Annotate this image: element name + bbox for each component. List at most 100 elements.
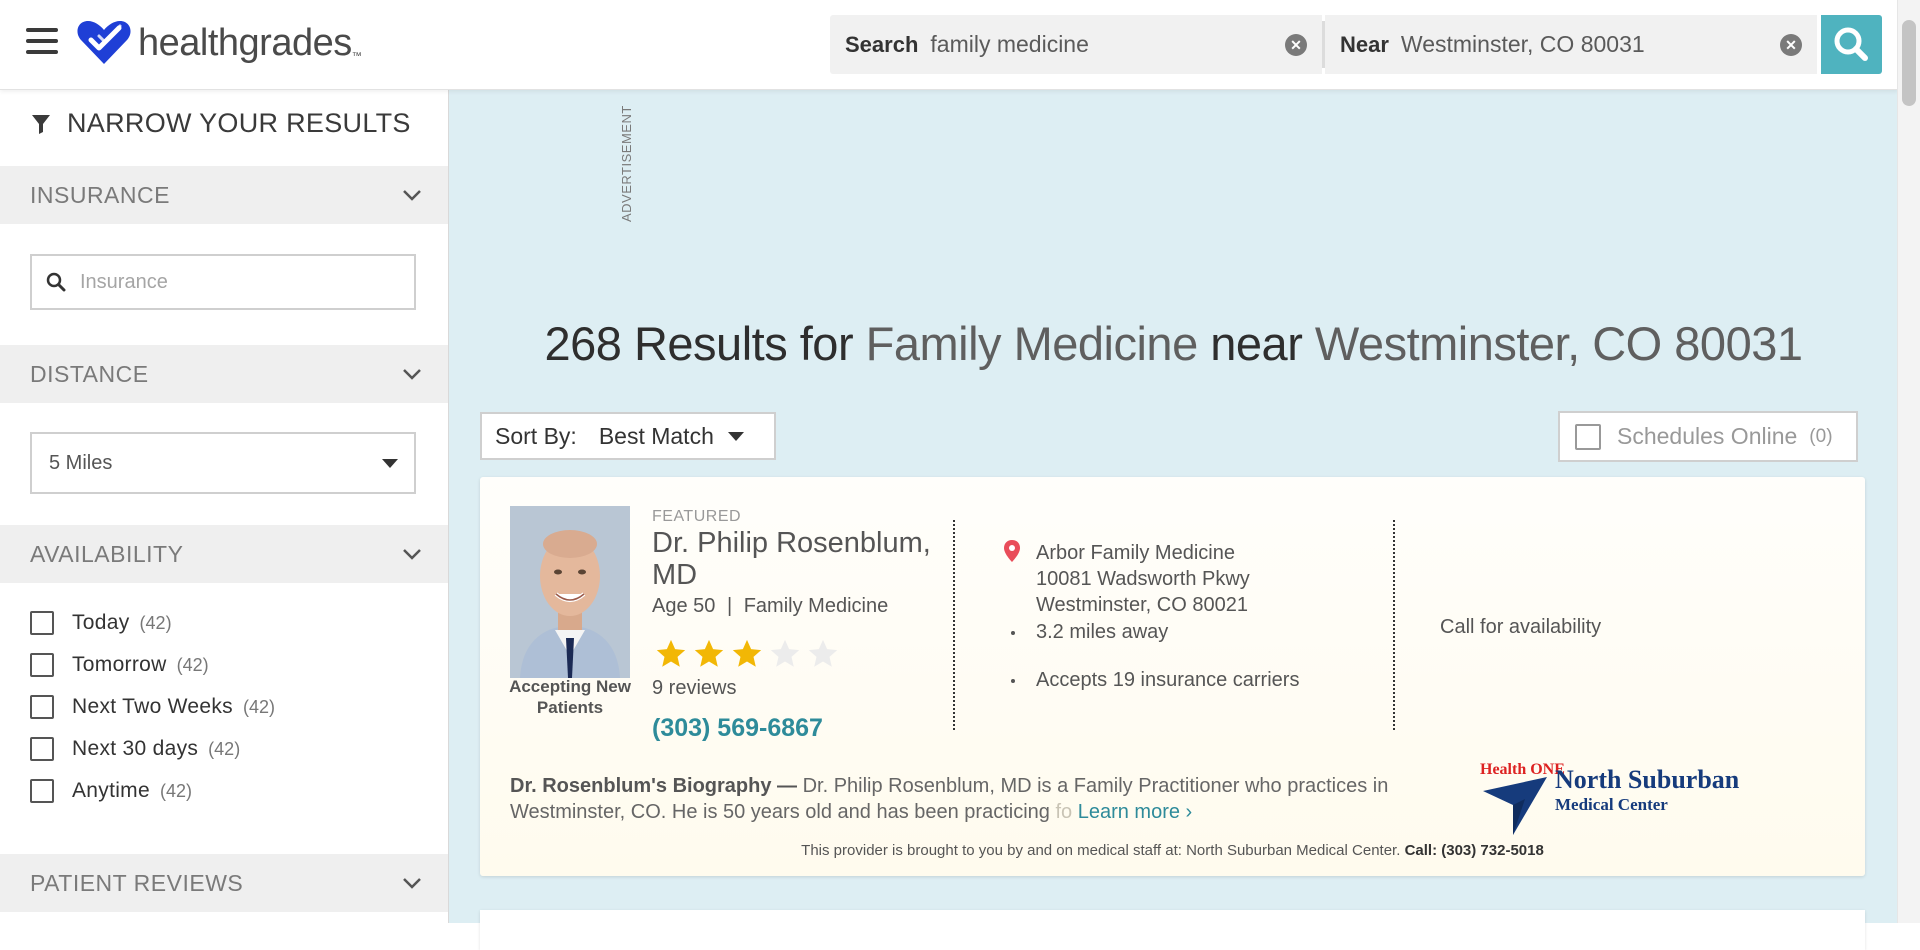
scrollbar-thumb[interactable] <box>1902 20 1916 106</box>
availability-count: (42) <box>242 696 275 717</box>
provider-biography: Dr. Rosenblum's Biography — Dr. Philip R… <box>510 773 1400 825</box>
schedules-online-filter[interactable]: Schedules Online (0) <box>1558 411 1858 462</box>
checkbox[interactable] <box>30 737 54 761</box>
healthgrades-logo[interactable]: healthgrades ™ <box>74 18 362 68</box>
clear-near-icon[interactable]: ✕ <box>1780 33 1802 56</box>
availability-count: (42) <box>176 654 209 675</box>
caret-down-icon <box>382 458 398 468</box>
provider-specialty: Family Medicine <box>743 595 889 617</box>
checkbox[interactable] <box>30 653 54 677</box>
chevron-down-icon <box>403 369 421 380</box>
availability-next-two-weeks[interactable]: Next Two Weeks (42) <box>30 695 275 719</box>
chevron-down-icon <box>403 190 421 201</box>
distance-select[interactable]: 5 Miles <box>30 432 416 494</box>
distance-text: 3.2 miles away <box>1036 621 1169 643</box>
card-divider <box>1393 520 1395 730</box>
availability-count: (42) <box>139 612 172 633</box>
narrow-results-title: NARROW YOUR RESULTS <box>67 108 411 138</box>
checkbox[interactable] <box>30 611 54 635</box>
star-empty-icon <box>770 639 800 667</box>
learn-more-link[interactable]: Learn more › <box>1078 801 1193 823</box>
near-input[interactable]: Westminster, CO 80031 <box>1401 31 1780 58</box>
availability-label: Tomorrow <box>72 653 167 676</box>
bullet-icon <box>1011 678 1015 683</box>
provider-phone-link[interactable]: (303) 569-6867 <box>652 714 823 743</box>
search-bar: Search family medicine ✕ Near Westminste… <box>830 15 1882 74</box>
star-icon <box>694 639 724 667</box>
distance-info: 3.2 miles away <box>1011 621 1168 644</box>
logo-text: healthgrades <box>138 21 352 64</box>
search-input[interactable]: family medicine <box>930 31 1285 58</box>
schedules-online-label: Schedules Online <box>1617 423 1798 449</box>
healthgrades-heart-icon <box>77 21 131 64</box>
provider-age: Age 50 <box>652 595 716 617</box>
checkbox[interactable] <box>1575 423 1601 450</box>
distance-value: 5 Miles <box>49 451 113 474</box>
hospital-phone[interactable]: Call: (303) 732-5018 <box>1405 842 1544 859</box>
schedules-online-count: (0) <box>1809 425 1833 447</box>
accepting-new-patients: Accepting New Patients <box>509 677 631 717</box>
search-button[interactable] <box>1821 15 1882 74</box>
location-pin-icon <box>1004 540 1020 562</box>
checkbox[interactable] <box>30 695 54 719</box>
chevron-down-icon <box>403 549 421 560</box>
caret-down-icon <box>727 431 744 441</box>
clear-search-icon[interactable]: ✕ <box>1285 33 1307 56</box>
availability-label: Anytime <box>72 779 150 802</box>
availability-status: Call for availability <box>1440 616 1602 638</box>
hospital-name-line2: Medical Center <box>1555 795 1668 814</box>
availability-next-30-days[interactable]: Next 30 days (42) <box>30 737 240 761</box>
hospital-logo[interactable]: Health ONE North Suburban Medical Center <box>1477 759 1757 839</box>
availability-section-title: AVAILABILITY <box>30 540 184 567</box>
results-location: Westminster, CO 80031 <box>1314 317 1803 370</box>
provider-name[interactable]: Dr. Philip Rosenblum, MD <box>652 527 932 591</box>
staff-note-text: This provider is brought to you by and o… <box>801 842 1401 859</box>
availability-count: (42) <box>208 738 241 759</box>
star-icon <box>732 639 762 667</box>
bio-title: Dr. Rosenblum's Biography — <box>510 775 798 797</box>
practice-name: Arbor Family Medicine <box>1036 542 1235 564</box>
availability-anytime[interactable]: Anytime (42) <box>30 779 192 803</box>
practice-address[interactable]: Arbor Family Medicine 10081 Wadsworth Pk… <box>1036 540 1250 618</box>
availability-label: Today <box>72 611 130 634</box>
checkbox[interactable] <box>30 779 54 803</box>
patient-reviews-section-header[interactable]: PATIENT REVIEWS <box>0 854 448 912</box>
filter-icon <box>32 114 50 134</box>
insurance-info[interactable]: Accepts 19 insurance carriers <box>1011 669 1299 692</box>
distance-section-header[interactable]: DISTANCE <box>0 345 448 403</box>
insurance-section-title: INSURANCE <box>30 181 170 208</box>
provider-photo[interactable] <box>510 506 630 678</box>
provider-card-next <box>480 910 1865 950</box>
insurance-search-input[interactable]: Insurance <box>30 254 416 310</box>
availability-section-header[interactable]: AVAILABILITY <box>0 525 448 583</box>
reviews-count[interactable]: 9 reviews <box>652 677 736 700</box>
near-label: Near <box>1340 31 1389 57</box>
search-icon <box>46 272 66 292</box>
search-field[interactable]: Search family medicine ✕ <box>830 15 1322 74</box>
star-rating[interactable] <box>652 637 842 671</box>
insurance-placeholder: Insurance <box>80 270 168 293</box>
availability-today[interactable]: Today (42) <box>30 611 172 635</box>
availability-label: Next 30 days <box>72 737 199 760</box>
provider-portrait-image <box>510 506 630 678</box>
meta-separator: | <box>726 595 733 617</box>
card-divider <box>953 520 955 730</box>
sort-by-dropdown[interactable]: Sort By: Best Match <box>480 412 776 460</box>
page-scrollbar[interactable] <box>1897 0 1920 923</box>
near-field[interactable]: Near Westminster, CO 80031 ✕ <box>1325 15 1817 74</box>
address-line2: Westminster, CO 80021 <box>1036 594 1248 616</box>
menu-icon[interactable] <box>26 28 58 56</box>
availability-tomorrow[interactable]: Tomorrow (42) <box>30 653 209 677</box>
results-main: ADVERTISEMENT 268 Results for Family Med… <box>449 90 1898 950</box>
provider-card: Accepting New Patients FEATURED Dr. Phil… <box>480 477 1865 876</box>
address-line1: 10081 Wadsworth Pkwy <box>1036 568 1250 590</box>
hospital-name-line1: North Suburban <box>1555 765 1740 794</box>
search-icon <box>1834 27 1868 61</box>
insurance-section-header[interactable]: INSURANCE <box>0 166 448 224</box>
sort-label: Sort By: <box>495 422 577 449</box>
results-near: near <box>1210 317 1303 370</box>
filter-sidebar: NARROW YOUR RESULTS INSURANCE Insurance … <box>0 90 449 923</box>
bio-fade-text: fo <box>1055 801 1073 823</box>
logo-trademark: ™ <box>351 50 362 62</box>
site-header: healthgrades ™ Search family medicine ✕ … <box>0 0 1898 90</box>
